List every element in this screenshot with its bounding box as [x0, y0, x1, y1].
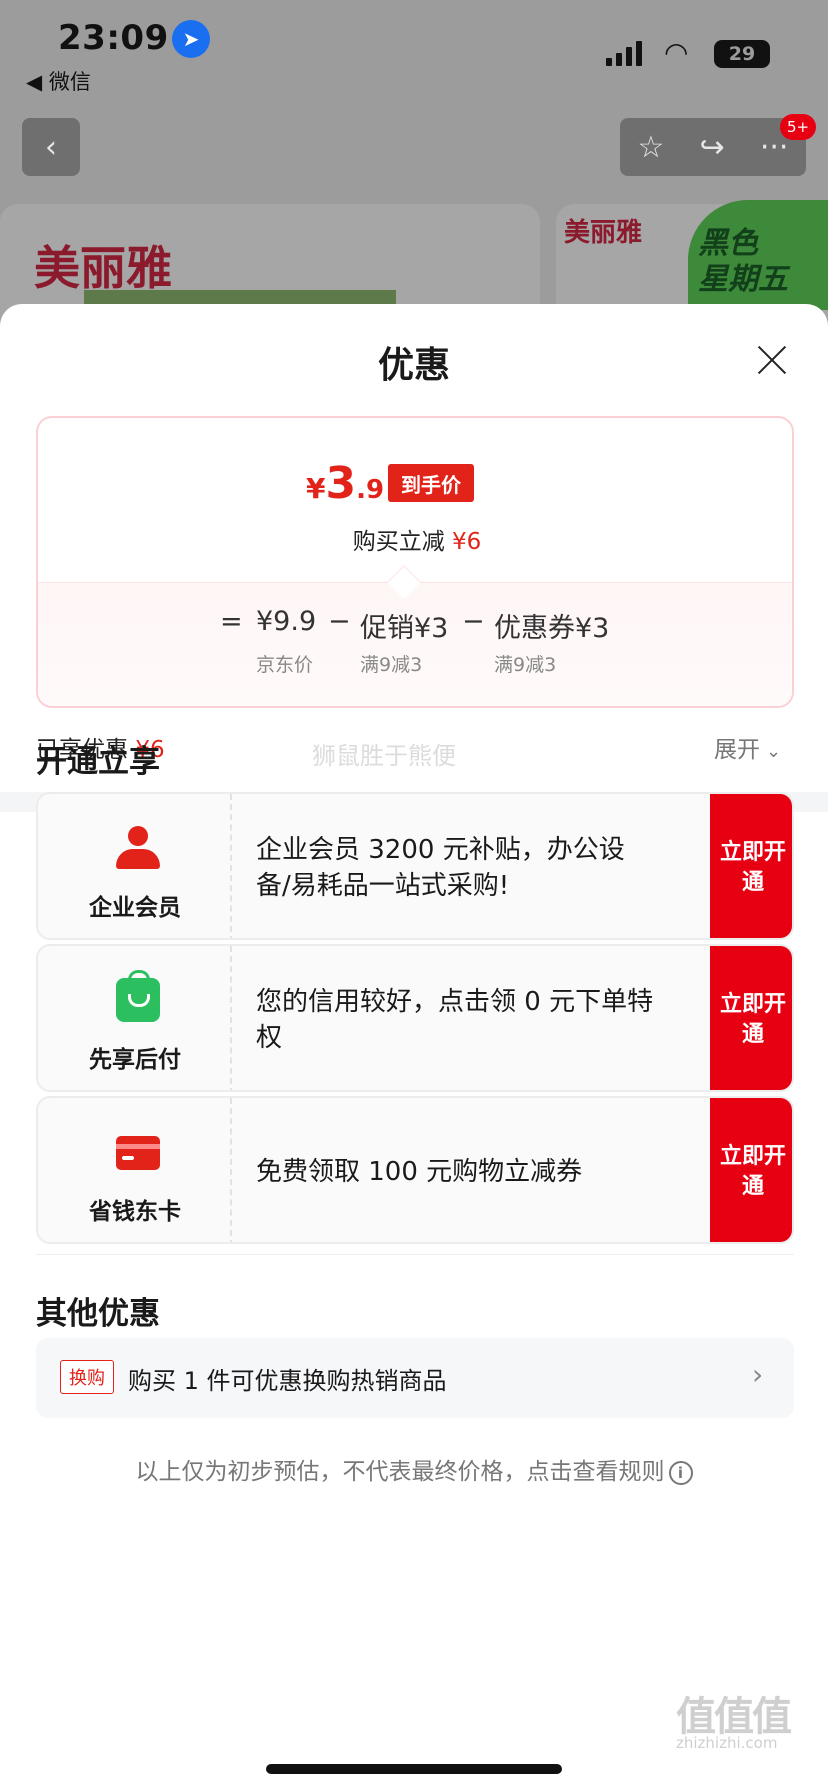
coupon-discount: 优惠券¥3 [494, 613, 610, 644]
watermark-text: 狮鼠胜于熊便 [312, 742, 456, 770]
promo-rule: 满9减3 [360, 654, 423, 676]
final-price: ¥3.9 [306, 458, 385, 509]
info-icon[interactable]: i [668, 1460, 693, 1485]
chevron-down-icon: ⌄ [766, 741, 782, 762]
membership-icon-area: 企业会员 [38, 794, 232, 938]
cellular-signal-icon [606, 40, 642, 66]
base-price-label: 京东价 [256, 654, 314, 676]
star-icon[interactable]: ☆ [638, 130, 665, 165]
instant-reduction: 购买立减 ¥6 [352, 529, 482, 555]
membership-card-saving-card[interactable]: 省钱东卡 免费领取 100 元购物立减券 立即开通 [36, 1096, 794, 1244]
minus-sign: − [328, 606, 351, 637]
membership-name: 省钱东卡 [89, 1199, 181, 1225]
sheet-title: 优惠 [377, 345, 450, 386]
nav-actions: ☆ ↪ ··· [620, 118, 806, 176]
equals-sign: = [220, 606, 243, 637]
trade-in-text: 购买 1 件可优惠换购热销商品 [128, 1367, 447, 1395]
price-summary-card: ¥3.9 到手价 购买立减 ¥6 = ¥9.9 京东价 − 促销¥3 满9减3 … [36, 416, 794, 708]
wifi-icon: ◠ [664, 36, 689, 69]
divider [36, 1254, 794, 1255]
open-now-button[interactable]: 立即开通 [710, 1098, 792, 1242]
brand-logo: 美丽雅 [34, 241, 172, 295]
membership-description: 免费领取 100 元购物立减券 [256, 1157, 583, 1187]
coupon-rule: 满9减3 [494, 654, 557, 676]
background-page: 23:09 ➤ ◀ 微信 ◠ 29 ‹ ☆ ↪ ··· 5+ 美丽雅 美丽雅 黑… [0, 0, 828, 330]
brand-logo-small: 美丽雅 [564, 218, 643, 248]
battery-indicator: 29 [714, 40, 770, 68]
base-price: ¥9.9 [256, 606, 317, 637]
site-watermark-url: zhizhizhi.com [676, 1734, 778, 1752]
status-time: 23:09 [58, 18, 169, 58]
membership-name: 企业会员 [89, 895, 181, 921]
other-offers-title: 其他优惠 [36, 1296, 160, 1332]
home-indicator[interactable] [266, 1764, 562, 1774]
membership-name: 先享后付 [89, 1047, 181, 1073]
chevron-right-icon: › [752, 1358, 764, 1391]
open-now-button[interactable]: 立即开通 [710, 794, 792, 938]
back-button[interactable]: ‹ [22, 118, 80, 176]
person-icon [116, 826, 160, 870]
promo-banner-text: 黑色 星期五 [698, 226, 788, 297]
final-price-tag: 到手价 [388, 464, 474, 502]
membership-icon-area: 先享后付 [38, 946, 232, 1090]
expand-button[interactable]: 展开 ⌄ [714, 730, 781, 764]
trade-in-offer-row[interactable]: 换购 购买 1 件可优惠换购热销商品 › [36, 1338, 794, 1418]
card-icon [116, 1136, 160, 1170]
open-benefits-title: 开通立享 [36, 744, 160, 780]
back-to-wechat-link[interactable]: ◀ 微信 [26, 66, 91, 96]
price-breakdown [38, 582, 792, 706]
membership-card-pay-later[interactable]: 先享后付 您的信用较好，点击领 0 元下单特权 立即开通 [36, 944, 794, 1092]
trade-in-tag: 换购 [60, 1360, 114, 1394]
membership-description: 您的信用较好，点击领 0 元下单特权 [256, 987, 654, 1053]
discount-sheet: 优惠 ¥3.9 到手价 购买立减 ¥6 = ¥9.9 京东价 − 促销¥3 满9… [0, 304, 828, 1792]
promo-discount: 促销¥3 [360, 613, 449, 644]
price-disclaimer[interactable]: 以上仅为初步预估，不代表最终价格，点击查看规则 i [0, 1452, 828, 1486]
open-now-button[interactable]: 立即开通 [710, 946, 792, 1090]
notification-badge: 5+ [780, 114, 816, 140]
status-bar: 23:09 ➤ ◀ 微信 ◠ 29 [0, 0, 828, 100]
close-icon[interactable] [752, 340, 792, 380]
membership-icon-area: 省钱东卡 [38, 1098, 232, 1242]
minus-sign: − [462, 606, 485, 637]
membership-description: 企业会员 3200 元补贴，办公设备/易耗品一站式采购! [256, 835, 625, 901]
location-arrow-icon: ➤ [172, 20, 210, 58]
membership-card-enterprise[interactable]: 企业会员 企业会员 3200 元补贴，办公设备/易耗品一站式采购! 立即开通 [36, 792, 794, 940]
shopping-bag-icon [116, 970, 160, 1022]
share-icon[interactable]: ↪ [700, 130, 725, 165]
chevron-left-icon: ‹ [45, 129, 57, 165]
